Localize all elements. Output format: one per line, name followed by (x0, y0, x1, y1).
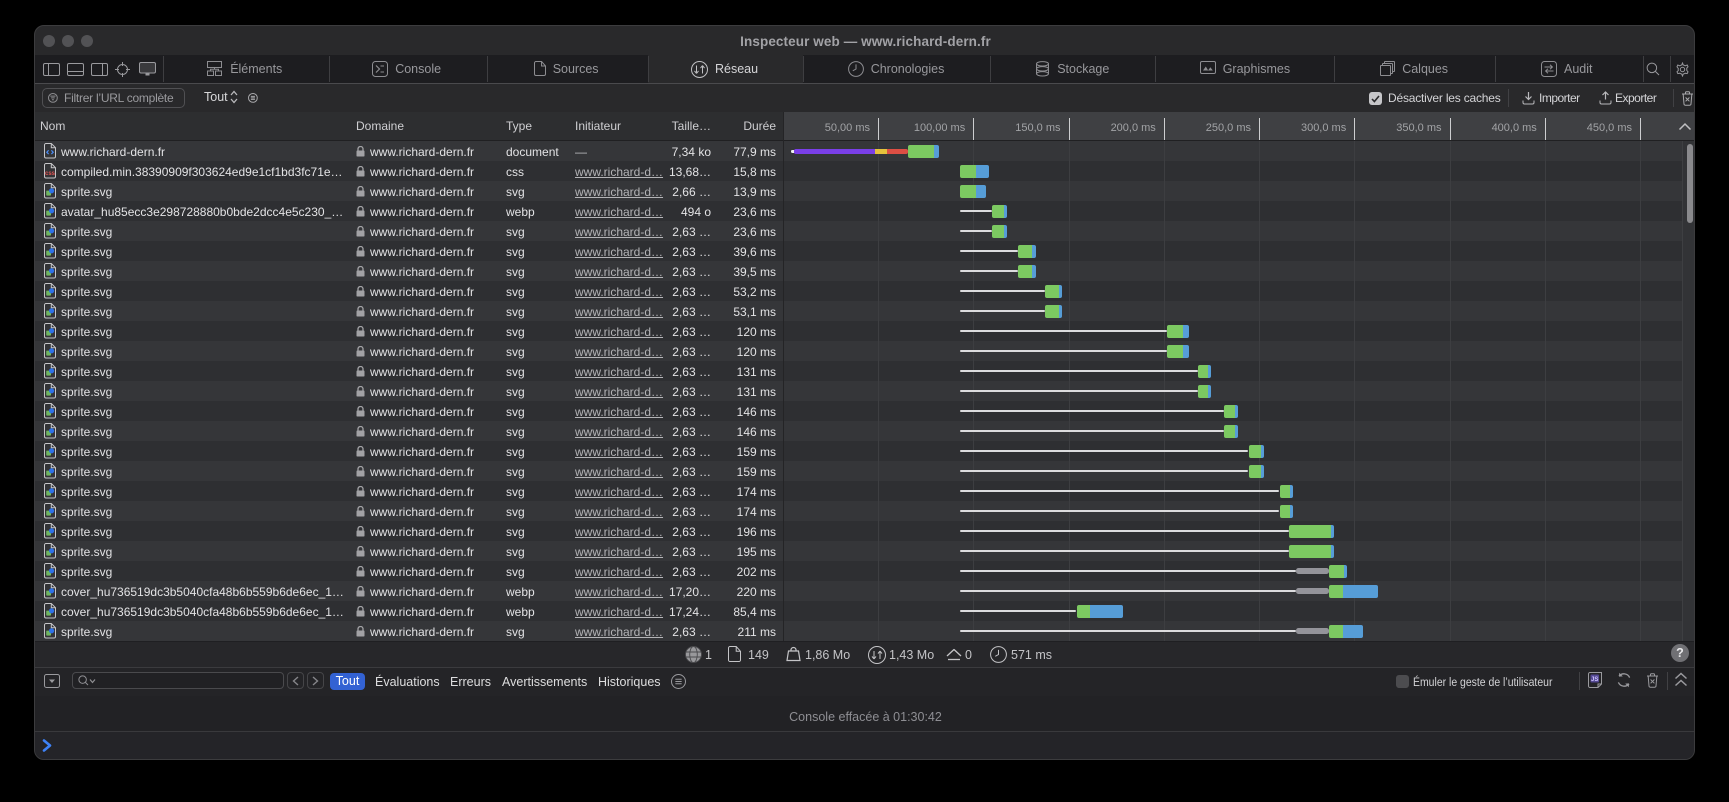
svg-text:JS: JS (1591, 677, 1598, 683)
svg-text:css: css (44, 171, 55, 177)
